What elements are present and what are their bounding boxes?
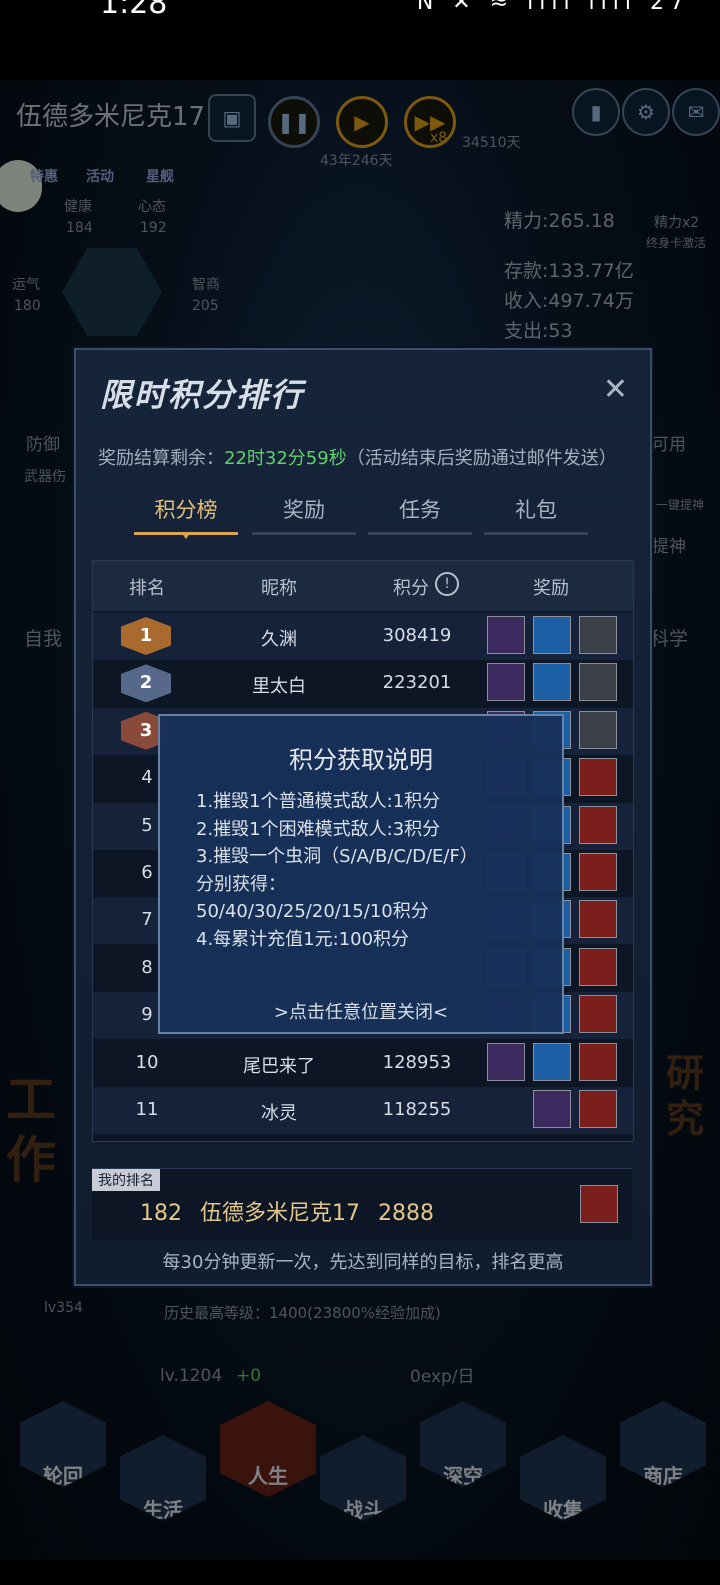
nickname-cell: 久渊: [261, 629, 297, 650]
rank-medal-icon: 2: [121, 664, 171, 703]
popup-lines: 1.摧毁1个普通模式敌人:1积分 2.摧毁1个困难模式敌人:3积分 3.摧毁一个…: [196, 788, 478, 953]
tab-label: 奖励: [283, 498, 325, 522]
tab-label: 积分榜: [154, 498, 218, 522]
score-cell: 128953: [382, 1051, 452, 1073]
popup-title: 积分获取说明: [289, 746, 433, 774]
tab-rewards[interactable]: 奖励: [252, 494, 356, 535]
points-info-popup[interactable]: 积分获取说明 1.摧毁1个普通模式敌人:1积分 2.摧毁1个困难模式敌人:3积分…: [158, 714, 564, 1034]
reward-gem-icon[interactable]: [533, 616, 571, 654]
countdown-value: 22时32分59秒: [224, 448, 347, 469]
table-row[interactable]: 1 久渊 308419: [93, 613, 633, 660]
header-nickname: 昵称: [261, 578, 297, 599]
reward-card-icon[interactable]: [579, 758, 617, 797]
reward-card-icon[interactable]: [579, 1042, 617, 1081]
my-rank-values: 182 伍德多米尼克17 2888: [140, 1195, 452, 1227]
reward-ring-icon[interactable]: [533, 1090, 571, 1128]
countdown-note: （活动结束后奖励通过邮件发送）: [346, 448, 617, 469]
table-row[interactable]: 2 里太白 223201: [93, 660, 633, 707]
tab-label: 礼包: [515, 498, 557, 522]
info-icon[interactable]: !: [435, 572, 459, 596]
table-header: 排名 昵称 积分 ! 奖励: [93, 561, 633, 611]
popup-line: 2.摧毁1个困难模式敌人:3积分: [196, 818, 441, 840]
rank-cell: 11: [135, 1099, 159, 1120]
reward-gun-icon[interactable]: [579, 710, 617, 749]
reward-card-icon[interactable]: [579, 853, 617, 891]
countdown: 奖励结算剩余：22时32分59秒（活动结束后奖励通过邮件发送）: [98, 444, 617, 470]
my-name: 伍德多米尼克17: [200, 1201, 360, 1226]
reward-card-icon[interactable]: [579, 947, 617, 986]
my-rank: 182: [140, 1201, 182, 1226]
popup-line: 50/40/30/25/20/15/10积分: [196, 901, 429, 922]
nickname-cell: 里太白: [252, 676, 306, 698]
my-rank-bar: 我的排名 182 伍德多米尼克17 2888: [92, 1168, 632, 1241]
tab-points-ranking[interactable]: 积分榜: [134, 494, 238, 539]
popup-close-hint[interactable]: >点击任意位置关闭<: [160, 998, 562, 1024]
reward-card-icon[interactable]: [579, 995, 617, 1034]
reward-card-icon[interactable]: [579, 1090, 617, 1128]
reward-gun-icon[interactable]: [579, 616, 617, 654]
popup-line: 分别获得：: [196, 873, 286, 895]
nickname-cell: 尾巴来了: [243, 1055, 315, 1077]
close-icon[interactable]: ✕: [603, 372, 628, 407]
table-row[interactable]: 11 冰灵 118255: [93, 1087, 633, 1134]
header-reward: 奖励: [533, 578, 569, 599]
popup-line: 4.每累计充值1元:100积分: [196, 928, 410, 950]
reward-card-icon[interactable]: [580, 1185, 618, 1223]
status-bar: 1:28 N ✕ ≈ ılıl ılıl 27: [0, 0, 720, 80]
tab-label: 任务: [399, 498, 441, 522]
popup-line: 3.摧毁一个虫洞（S/A/B/C/D/E/F）: [196, 846, 478, 867]
reward-gem-icon[interactable]: [533, 663, 571, 702]
modal-tabs: 积分榜 奖励 任务 礼包: [134, 494, 594, 539]
tab-tasks[interactable]: 任务: [368, 494, 472, 535]
rank-cell: 10: [135, 1051, 159, 1073]
header-score: 积分: [393, 578, 429, 599]
my-score: 2888: [378, 1201, 434, 1226]
popup-line: 1.摧毁1个普通模式敌人:1积分: [196, 791, 441, 812]
reward-gun-icon[interactable]: [579, 663, 617, 702]
reward-ring-icon[interactable]: [487, 1042, 525, 1081]
score-cell: 223201: [382, 672, 452, 694]
reward-card-icon[interactable]: [579, 900, 617, 939]
modal-title: 限时积分排行: [100, 376, 305, 414]
score-cell: 308419: [382, 625, 452, 646]
score-cell: 118255: [382, 1099, 452, 1120]
countdown-label: 奖励结算剩余：: [98, 448, 224, 469]
reward-card-icon[interactable]: [579, 805, 617, 844]
rank-medal-icon: 1: [121, 617, 171, 655]
header-rank: 排名: [129, 578, 165, 599]
status-icons: N ✕ ≈ ılıl ılıl 27: [416, 0, 690, 15]
table-row[interactable]: 10 尾巴来了 128953: [93, 1040, 633, 1087]
my-rank-tag: 我的排名: [92, 1169, 160, 1191]
nickname-cell: 冰灵: [261, 1103, 297, 1124]
update-note: 每30分钟更新一次，先达到同样的目标，排名更高: [162, 1252, 564, 1273]
clock: 1:28: [100, 0, 168, 21]
reward-ring-icon[interactable]: [487, 616, 525, 654]
reward-ring-icon[interactable]: [487, 663, 525, 702]
tab-gift-packs[interactable]: 礼包: [484, 494, 588, 535]
reward-gem-icon[interactable]: [533, 1042, 571, 1081]
